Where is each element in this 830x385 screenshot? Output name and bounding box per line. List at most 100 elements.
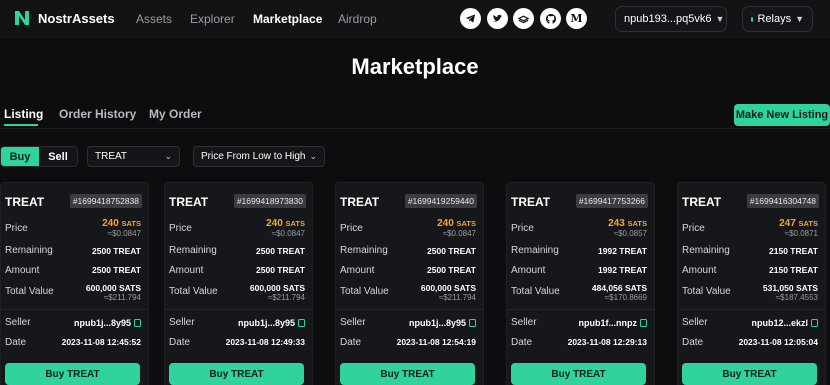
price-value: 240 SATS (102, 218, 141, 229)
sell-toggle-button[interactable]: Sell (39, 147, 77, 166)
copy-icon[interactable] (811, 319, 818, 327)
amount-label: Amount (5, 265, 40, 276)
medium-icon[interactable]: M (566, 8, 587, 29)
total-value-label: Total Value (5, 286, 54, 297)
remaining-value: 2150 TREAT (769, 246, 818, 256)
nav-marketplace[interactable]: Marketplace (253, 12, 322, 26)
chevron-down-icon: ▼ (795, 14, 804, 24)
buy-treat-button[interactable]: Buy TREAT (511, 363, 646, 385)
total-value: 600,000 SATS (420, 283, 476, 293)
listing-card: TREAT #1699419259440 Price 240 SATS ≈$0.… (335, 182, 484, 385)
total-value-label: Total Value (340, 286, 389, 297)
card-token: TREAT (340, 195, 380, 209)
token-select-value: TREAT (95, 151, 128, 162)
seller-address: npub1j...8y95 (238, 318, 305, 328)
remaining-label: Remaining (340, 245, 388, 256)
listing-id-badge: #1699419259440 (404, 194, 477, 208)
price-value: 240 SATS (437, 218, 476, 229)
listing-date: 2023-11-08 12:29:13 (567, 337, 647, 347)
buy-treat-button[interactable]: Buy TREAT (682, 363, 817, 385)
telegram-icon[interactable] (460, 8, 481, 29)
tab-my-order[interactable]: My Order (149, 107, 202, 121)
page-title: Marketplace (351, 54, 479, 79)
sort-select-value: Price From Low to High (201, 151, 306, 162)
nav-assets[interactable]: Assets (136, 12, 172, 26)
date-label: Date (340, 337, 362, 348)
price-label: Price (682, 223, 705, 234)
top-navbar: NostrAssets Assets Explorer Marketplace … (0, 0, 830, 38)
amount-value: 2500 TREAT (256, 265, 305, 275)
twitter-icon[interactable] (487, 8, 508, 29)
amount-label: Amount (169, 265, 204, 276)
amount-value: 2500 TREAT (92, 265, 141, 275)
remaining-value: 2500 TREAT (427, 246, 476, 256)
amount-value: 2500 TREAT (427, 265, 476, 275)
seller-address: npub1j...8y95 (409, 318, 476, 328)
total-value: 600,000 SATS (85, 283, 141, 293)
buy-toggle-button[interactable]: Buy (1, 147, 39, 166)
make-new-listing-button[interactable]: Make New Listing (734, 104, 830, 126)
total-value: 600,000 SATS (249, 283, 305, 293)
token-select[interactable]: TREAT ⌄ (87, 146, 180, 167)
seller-label: Seller (682, 317, 708, 328)
seller-label: Seller (511, 317, 537, 328)
seller-label: Seller (5, 317, 31, 328)
listing-date: 2023-11-08 12:54:19 (396, 337, 476, 347)
price-label: Price (511, 223, 534, 234)
listing-date: 2023-11-08 12:49:33 (225, 337, 305, 347)
listing-date: 2023-11-08 12:45:52 (61, 337, 141, 347)
remaining-label: Remaining (511, 245, 559, 256)
date-label: Date (5, 337, 27, 348)
nav-explorer[interactable]: Explorer (190, 12, 235, 26)
total-value: 484,056 SATS (591, 283, 647, 293)
tab-order-history[interactable]: Order History (59, 107, 136, 121)
buy-treat-button[interactable]: Buy TREAT (169, 363, 304, 385)
copy-icon[interactable] (469, 319, 476, 327)
tabs-divider (0, 128, 830, 129)
logo-text: NostrAssets (38, 10, 115, 26)
logo[interactable]: NostrAssets (12, 8, 115, 28)
remaining-value: 2500 TREAT (256, 246, 305, 256)
price-usd: ≈$0.0871 (784, 229, 818, 238)
nav-airdrop[interactable]: Airdrop (338, 12, 377, 26)
price-value: 240 SATS (266, 218, 305, 229)
card-token: TREAT (682, 195, 722, 209)
relays-dropdown[interactable]: Relays ▼ (742, 6, 813, 32)
date-label: Date (169, 337, 191, 348)
tab-listing[interactable]: Listing (4, 107, 43, 121)
github-icon[interactable] (540, 8, 561, 29)
price-label: Price (5, 223, 28, 234)
chevron-down-icon: ▼ (715, 14, 725, 24)
remaining-label: Remaining (169, 245, 217, 256)
relays-label: Relays (757, 13, 792, 25)
amount-label: Amount (340, 265, 375, 276)
seller-address: npub12...ekzl (751, 318, 818, 328)
price-value: 243 SATS (608, 218, 647, 229)
card-token: TREAT (169, 195, 209, 209)
card-divider (507, 309, 654, 310)
total-value-label: Total Value (511, 286, 560, 297)
copy-icon[interactable] (640, 319, 647, 327)
listing-id-badge: #1699417753266 (575, 194, 648, 208)
gitbook-icon[interactable] (513, 8, 534, 29)
account-address: npub193...pq5vk6 (624, 13, 712, 25)
price-usd: ≈$0.0847 (442, 229, 476, 238)
price-label: Price (169, 223, 192, 234)
sort-select[interactable]: Price From Low to High ⌄ (193, 146, 325, 167)
buy-treat-button[interactable]: Buy TREAT (5, 363, 140, 385)
buy-treat-button[interactable]: Buy TREAT (340, 363, 475, 385)
copy-icon[interactable] (298, 319, 305, 327)
status-dot-icon (751, 16, 754, 22)
chevron-down-icon: ⌄ (164, 151, 172, 161)
date-label: Date (682, 337, 704, 348)
seller-address: npub1f...nnpz (579, 318, 647, 328)
listing-card: TREAT #1699417753266 Price 243 SATS ≈$0.… (506, 182, 655, 385)
buy-sell-toggle: Buy Sell (0, 146, 78, 167)
total-value-label: Total Value (682, 286, 731, 297)
active-tab-indicator (4, 124, 38, 126)
amount-label: Amount (682, 265, 717, 276)
account-dropdown[interactable]: npub193...pq5vk6 ▼ (615, 6, 727, 32)
remaining-label: Remaining (682, 245, 730, 256)
copy-icon[interactable] (134, 319, 141, 327)
card-token: TREAT (511, 195, 551, 209)
